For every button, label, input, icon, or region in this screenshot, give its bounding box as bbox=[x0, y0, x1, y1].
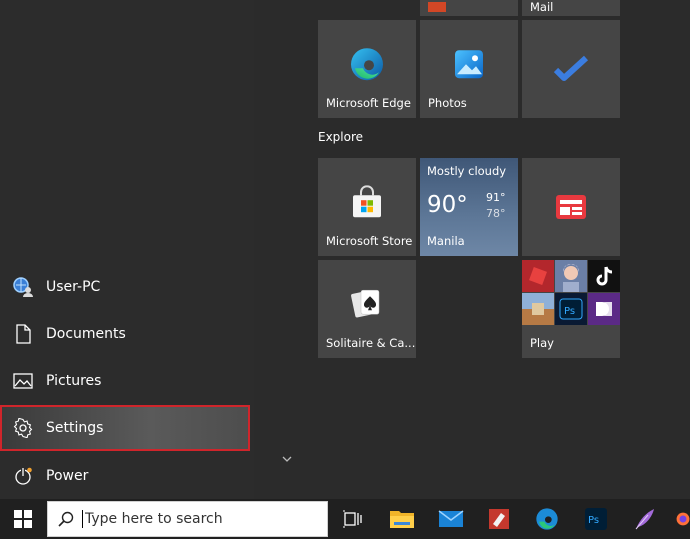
tile-play-folder[interactable]: Ps Play bbox=[522, 260, 620, 358]
taskbar-office[interactable] bbox=[476, 499, 522, 539]
office-icon bbox=[428, 2, 446, 12]
tile-microsoft-store-label: Microsoft Store bbox=[326, 234, 413, 248]
taskbar-search-box[interactable] bbox=[47, 501, 328, 537]
file-explorer-icon bbox=[390, 511, 414, 528]
taskbar-firefox[interactable] bbox=[668, 499, 690, 539]
tiktok-icon bbox=[588, 260, 620, 292]
pictures-icon bbox=[12, 370, 34, 392]
task-view-button[interactable] bbox=[330, 499, 376, 539]
svg-text:Ps: Ps bbox=[588, 515, 599, 526]
task-view-icon bbox=[343, 510, 362, 528]
left-item-user[interactable]: User-PC bbox=[0, 264, 250, 310]
taskbar-photoshop[interactable]: Ps bbox=[573, 499, 619, 539]
left-item-power[interactable]: Power bbox=[0, 453, 250, 499]
svg-text:Ps: Ps bbox=[564, 306, 575, 317]
start-icon bbox=[14, 510, 32, 528]
weather-condition: Mostly cloudy bbox=[427, 164, 507, 178]
game-character-icon bbox=[555, 260, 587, 292]
taskbar-mail[interactable] bbox=[428, 499, 474, 539]
tile-news[interactable] bbox=[522, 158, 620, 256]
tile-microsoft-edge[interactable]: Microsoft Edge bbox=[318, 20, 416, 118]
play-folder-grid: Ps bbox=[522, 260, 620, 326]
cards-icon bbox=[347, 284, 387, 324]
start-button[interactable] bbox=[0, 499, 46, 539]
game-castle-icon bbox=[522, 293, 554, 325]
photoshop-express-icon: Ps bbox=[555, 293, 587, 325]
weather-low: 78° bbox=[486, 207, 506, 220]
left-item-documents-label: Documents bbox=[46, 326, 126, 342]
text-caret bbox=[82, 510, 83, 528]
news-icon bbox=[551, 187, 591, 227]
tile-solitaire-label: Solitaire & Ca... bbox=[326, 336, 416, 350]
chevron-down-icon[interactable] bbox=[280, 452, 294, 466]
tile-office-partial[interactable] bbox=[420, 0, 518, 16]
tile-solitaire[interactable]: Solitaire & Ca... bbox=[318, 260, 416, 358]
user-icon bbox=[12, 276, 34, 298]
left-item-settings-label: Settings bbox=[46, 420, 104, 436]
store-bag-icon bbox=[347, 182, 387, 222]
feather-icon bbox=[635, 509, 654, 530]
weather-high: 91° bbox=[486, 191, 506, 204]
tile-mail-label: Mail bbox=[530, 0, 554, 14]
section-title-explore: Explore bbox=[318, 130, 364, 144]
document-icon bbox=[12, 323, 34, 345]
weather-city: Manila bbox=[427, 234, 465, 248]
edge-icon bbox=[347, 44, 387, 84]
taskbar-file-explorer[interactable] bbox=[379, 499, 425, 539]
left-item-power-label: Power bbox=[46, 468, 89, 484]
taskbar: Ps bbox=[0, 499, 690, 539]
firefox-icon bbox=[676, 512, 690, 526]
dolby-icon bbox=[588, 293, 620, 325]
mail-icon bbox=[438, 510, 464, 527]
tile-microsoft-edge-label: Microsoft Edge bbox=[326, 96, 411, 110]
tile-play-label: Play bbox=[530, 336, 554, 350]
search-icon bbox=[58, 511, 74, 527]
weather-temp: 90° bbox=[427, 192, 468, 218]
taskbar-edge[interactable] bbox=[524, 499, 570, 539]
power-icon bbox=[12, 465, 34, 487]
tile-mail-partial[interactable]: Mail bbox=[522, 0, 620, 16]
tile-weather[interactable]: Mostly cloudy 90° 91° 78° Manila bbox=[420, 158, 518, 256]
tile-photos-label: Photos bbox=[428, 96, 467, 110]
photos-icon bbox=[449, 44, 489, 84]
search-input[interactable] bbox=[85, 511, 305, 527]
edge-icon bbox=[536, 508, 558, 530]
photoshop-icon: Ps bbox=[585, 508, 607, 530]
left-item-documents[interactable]: Documents bbox=[0, 311, 250, 357]
left-item-user-label: User-PC bbox=[46, 279, 101, 295]
taskbar-feather-app[interactable] bbox=[621, 499, 667, 539]
checkmark-icon bbox=[551, 49, 591, 89]
tile-todo[interactable] bbox=[522, 20, 620, 118]
gear-icon bbox=[12, 417, 34, 439]
office-icon bbox=[489, 509, 509, 529]
left-item-pictures[interactable]: Pictures bbox=[0, 358, 250, 404]
start-left-panel: User-PC Documents Pictures Settings Powe… bbox=[0, 0, 254, 499]
game-icon bbox=[522, 260, 554, 292]
tile-microsoft-store[interactable]: Microsoft Store bbox=[318, 158, 416, 256]
left-item-settings[interactable]: Settings bbox=[0, 405, 250, 451]
left-item-pictures-label: Pictures bbox=[46, 373, 102, 389]
tile-photos[interactable]: Photos bbox=[420, 20, 518, 118]
